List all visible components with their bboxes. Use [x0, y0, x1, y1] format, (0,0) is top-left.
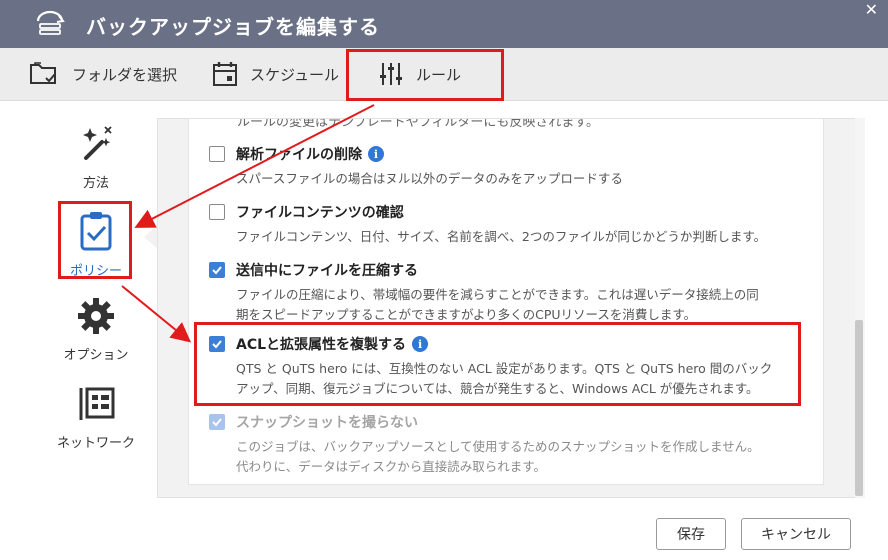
description-line: 代わりに、データはディスクから直接読み取られます。	[236, 459, 547, 474]
save-button[interactable]: 保存	[656, 518, 726, 550]
description-line: スパースファイルの場合はヌル以外のデータのみをアップロードする	[236, 171, 623, 186]
option-compress-transfer: 送信中にファイルを圧縮する ファイルの圧縮により、帯域幅の要件を減らすことができ…	[209, 260, 809, 325]
folder-select-icon	[30, 62, 56, 84]
sidebar-item-network[interactable]: ネットワーク	[46, 384, 146, 451]
checkmark-icon	[212, 266, 222, 275]
options-list: ルールの変更はテンプレートやフィルターにも反映されます。 解析ファイルの削除 i…	[188, 118, 824, 485]
cancel-button[interactable]: キャンセル	[741, 518, 851, 550]
tab-label: スケジュール	[250, 65, 339, 84]
highlight-rules-tab	[346, 49, 504, 101]
sparse-file-checkbox[interactable]	[209, 146, 225, 162]
description-line: このジョブは、バックアップソースとして使用するためのスナップショットを作成しませ…	[236, 439, 760, 454]
magic-wand-icon	[83, 126, 112, 160]
tab-label: フォルダを選択	[72, 65, 178, 84]
scrollbar-thumb[interactable]	[855, 320, 863, 496]
sidebar-item-label: 方法	[82, 176, 109, 191]
compress-transfer-checkbox[interactable]	[209, 262, 225, 278]
option-description: ファイルの圧縮により、帯域幅の要件を減らすことができます。これは遅いデータ接続上…	[236, 285, 809, 325]
network-panel-icon	[79, 387, 115, 420]
close-icon[interactable]: ✕	[865, 2, 878, 18]
window-title: バックアップジョブを編集する	[86, 15, 380, 39]
gear-icon	[78, 298, 114, 334]
sidebar-item-options[interactable]: オプション	[46, 296, 146, 363]
sidebar-item-method[interactable]: 方法	[46, 124, 146, 191]
description-line: ファイルコンテンツ、日付、サイズ、名前を調べ、2つのファイルが同じかどうか判断し…	[236, 229, 767, 244]
option-description: このジョブは、バックアップソースとして使用するためのスナップショットを作成しませ…	[236, 437, 809, 477]
option-description: ファイルコンテンツ、日付、サイズ、名前を調べ、2つのファイルが同じかどうか判断し…	[236, 227, 809, 247]
rules-panel: ルールの変更はテンプレートやフィルターにも反映されます。 解析ファイルの削除 i…	[157, 118, 865, 498]
highlight-policy	[58, 201, 132, 279]
highlight-acl-option	[194, 322, 801, 406]
verify-content-checkbox[interactable]	[209, 204, 225, 220]
title-bar: バックアップジョブを編集する ✕	[0, 0, 888, 48]
backup-job-icon	[36, 10, 65, 35]
panel-pointer	[144, 225, 158, 249]
option-label: 解析ファイルの削除	[236, 147, 362, 163]
calendar-icon	[213, 62, 237, 86]
no-snapshot-checkbox	[209, 414, 225, 430]
tab-select-folder[interactable]: フォルダを選択	[28, 48, 177, 100]
cut-off-text: ルールの変更はテンプレートやフィルターにも反映されます。	[237, 118, 600, 130]
checkmark-icon	[212, 418, 222, 427]
description-line: ファイルの圧縮により、帯域幅の要件を減らすことができます。これは遅いデータ接続上…	[236, 287, 759, 302]
sidebar-item-label: ネットワーク	[56, 436, 135, 451]
option-label: 送信中にファイルを圧縮する	[236, 263, 418, 279]
sidebar-item-label: オプション	[63, 348, 129, 363]
option-label: スナップショットを撮らない	[236, 415, 418, 431]
option-verify-content: ファイルコンテンツの確認 ファイルコンテンツ、日付、サイズ、名前を調べ、2つのフ…	[209, 202, 809, 247]
option-sparse-file: 解析ファイルの削除 i スパースファイルの場合はヌル以外のデータのみをアップロー…	[209, 144, 809, 189]
option-no-snapshot: スナップショットを撮らない このジョブは、バックアップソースとして使用するための…	[209, 412, 809, 477]
option-label: ファイルコンテンツの確認	[236, 205, 404, 221]
info-icon[interactable]: i	[368, 146, 384, 162]
tab-schedule[interactable]: スケジュール	[212, 48, 339, 100]
option-description: スパースファイルの場合はヌル以外のデータのみをアップロードする	[236, 169, 809, 189]
